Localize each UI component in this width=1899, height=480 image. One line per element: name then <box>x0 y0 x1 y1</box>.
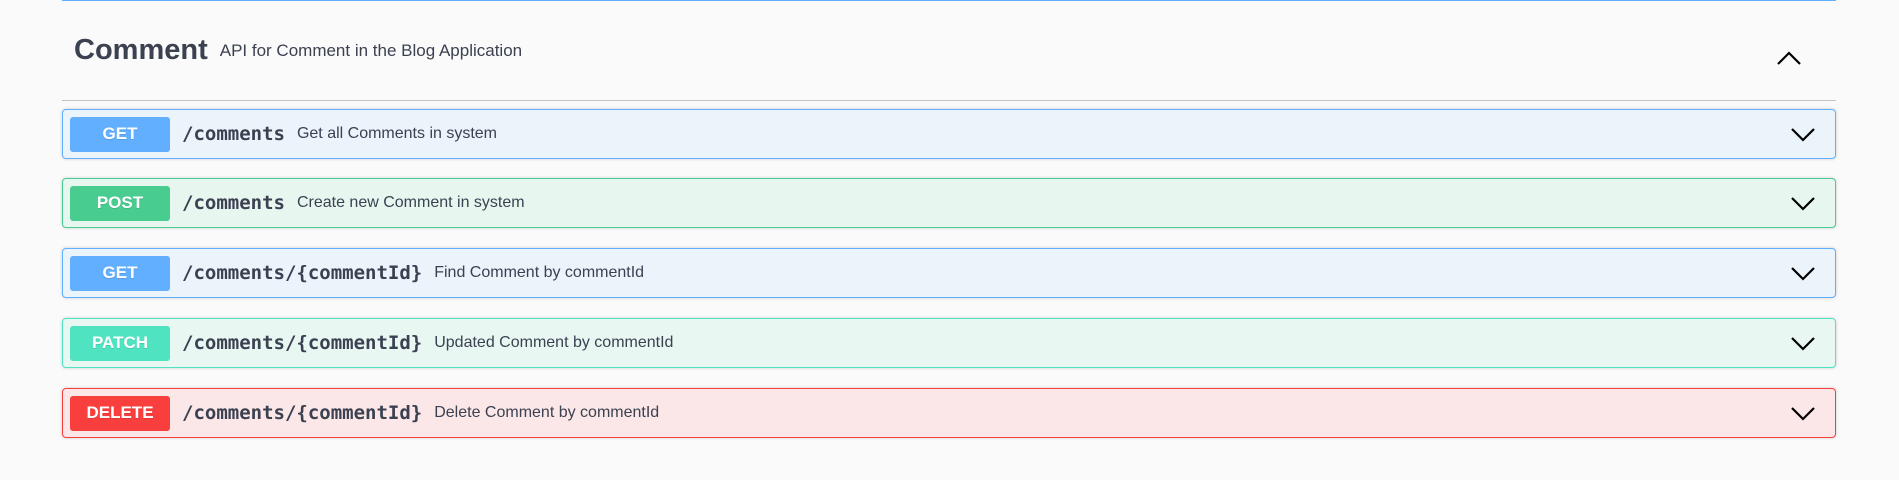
operation-path: /comments <box>182 192 285 214</box>
operation-path: /comments/{commentId} <box>182 332 423 354</box>
operation-patch-comment[interactable]: PATCH /comments/{commentId} Updated Comm… <box>62 318 1836 368</box>
operation-summary: Create new Comment in system <box>296 194 525 211</box>
chevron-down-icon[interactable] <box>1791 332 1815 354</box>
operation-path: /comments/{commentId} <box>182 402 423 424</box>
tag-description: API for Comment in the Blog Application <box>219 41 523 60</box>
method-badge: POST <box>70 185 170 221</box>
operation-summary: Get all Comments in system <box>296 125 498 142</box>
method-badge: GET <box>70 116 170 152</box>
tag-section-comment: Comment API for Comment in the Blog Appl… <box>62 0 1836 438</box>
operation-get-comment-by-id[interactable]: GET /comments/{commentId} Find Comment b… <box>62 248 1836 298</box>
chevron-up-icon[interactable] <box>1776 46 1802 72</box>
operation-path: /comments <box>182 123 285 145</box>
chevron-down-icon[interactable] <box>1791 192 1815 214</box>
tag-header[interactable]: Comment API for Comment in the Blog Appl… <box>62 0 1836 101</box>
method-badge: PATCH <box>70 325 170 361</box>
operation-summary: Updated Comment by commentId <box>434 334 674 351</box>
operation-summary: Find Comment by commentId <box>434 264 645 281</box>
operation-post-comments[interactable]: POST /comments Create new Comment in sys… <box>62 178 1836 228</box>
method-badge: DELETE <box>70 395 170 431</box>
chevron-down-icon[interactable] <box>1791 402 1815 424</box>
method-badge: GET <box>70 255 170 291</box>
operation-delete-comment[interactable]: DELETE /comments/{commentId} Delete Comm… <box>62 388 1836 438</box>
chevron-down-icon[interactable] <box>1791 123 1815 145</box>
operation-get-comments[interactable]: GET /comments Get all Comments in system <box>62 109 1836 159</box>
chevron-down-icon[interactable] <box>1791 262 1815 284</box>
operation-summary: Delete Comment by commentId <box>434 404 660 421</box>
tag-title: Comment <box>74 33 208 66</box>
operation-path: /comments/{commentId} <box>182 262 423 284</box>
